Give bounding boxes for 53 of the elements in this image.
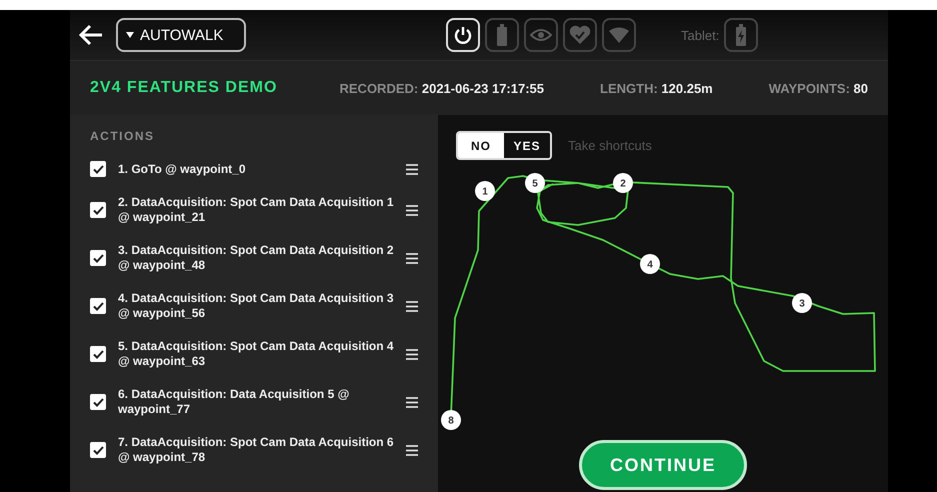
waypoint-marker[interactable]: 4 [640, 254, 660, 274]
caret-icon [126, 32, 134, 38]
checkmark-icon [92, 206, 104, 214]
battery-icon [496, 24, 508, 46]
toggle-caption: Take shortcuts [568, 138, 652, 153]
action-label: 5. DataAcquisition: Spot Cam Data Acquisition 4 @ waypoint_63 [118, 339, 394, 369]
action-checkbox[interactable] [90, 346, 106, 362]
action-checkbox[interactable] [90, 202, 106, 218]
toggle-option[interactable]: NO [458, 133, 504, 158]
drag-handle-icon[interactable] [406, 300, 418, 312]
action-checkbox[interactable] [90, 298, 106, 314]
action-checkbox[interactable] [90, 161, 106, 177]
action-label: 1. GoTo @ waypoint_0 [118, 162, 246, 176]
drag-handle-icon[interactable] [406, 444, 418, 456]
waypoint-marker[interactable]: 5 [525, 173, 545, 193]
mission-title: 2V4 FEATURES DEMO [90, 79, 278, 97]
waypoint-marker[interactable]: 1 [475, 181, 495, 201]
checkmark-icon [92, 164, 104, 174]
action-label: 3. DataAcquisition: Spot Cam Data Acquisition 2 @ waypoint_48 [118, 243, 394, 273]
checkmark-icon [92, 254, 104, 262]
mission-stat: RECORDED: 2021-06-23 17:17:55 [340, 80, 544, 96]
actions-heading: ACTIONS [90, 129, 156, 143]
checkmark-icon [92, 302, 104, 310]
mission-stat: WAYPOINTS: 80 [768, 80, 868, 96]
mode-dropdown[interactable]: AUTOWALK [116, 18, 246, 52]
checkmark-icon [92, 446, 104, 454]
back-arrow-icon[interactable] [78, 22, 104, 48]
action-label: 2. DataAcquisition: Spot Cam Data Acquisition 1 @ waypoint_21 [118, 195, 394, 225]
tablet-label: Tablet: [681, 28, 720, 42]
shortcut-toggle[interactable]: NO YES [456, 131, 552, 160]
drag-handle-icon[interactable] [406, 396, 418, 408]
waypoint-marker[interactable]: 3 [792, 293, 812, 313]
drag-handle-icon[interactable] [406, 348, 418, 360]
action-label: 4. DataAcquisition: Spot Cam Data Acquisition 3 @ waypoint_56 [118, 291, 394, 321]
checkmark-icon [92, 398, 104, 406]
heart-check-icon [569, 25, 591, 45]
battery-charging-icon [735, 24, 748, 46]
drag-handle-icon[interactable] [406, 204, 418, 216]
eye-icon [530, 28, 552, 42]
checkmark-icon [92, 350, 104, 358]
wifi-icon [608, 27, 630, 43]
tablet-battery-indicator[interactable] [724, 18, 758, 52]
waypoint-marker[interactable]: 8 [441, 410, 461, 430]
power-icon [453, 25, 473, 45]
action-label: 7. DataAcquisition: Spot Cam Data Acquisition 6 @ waypoint_78 [118, 435, 394, 465]
waypoint-marker[interactable]: 2 [613, 173, 633, 193]
action-label: 6. DataAcquisition: Data Acquisition 5 @ waypoint_77 [118, 387, 350, 417]
action-checkbox[interactable] [90, 442, 106, 458]
mission-stat: LENGTH: 120.25m [600, 80, 713, 96]
action-checkbox[interactable] [90, 394, 106, 410]
drag-handle-icon[interactable] [406, 252, 418, 264]
drag-handle-icon[interactable] [406, 164, 418, 174]
action-checkbox[interactable] [90, 250, 106, 266]
